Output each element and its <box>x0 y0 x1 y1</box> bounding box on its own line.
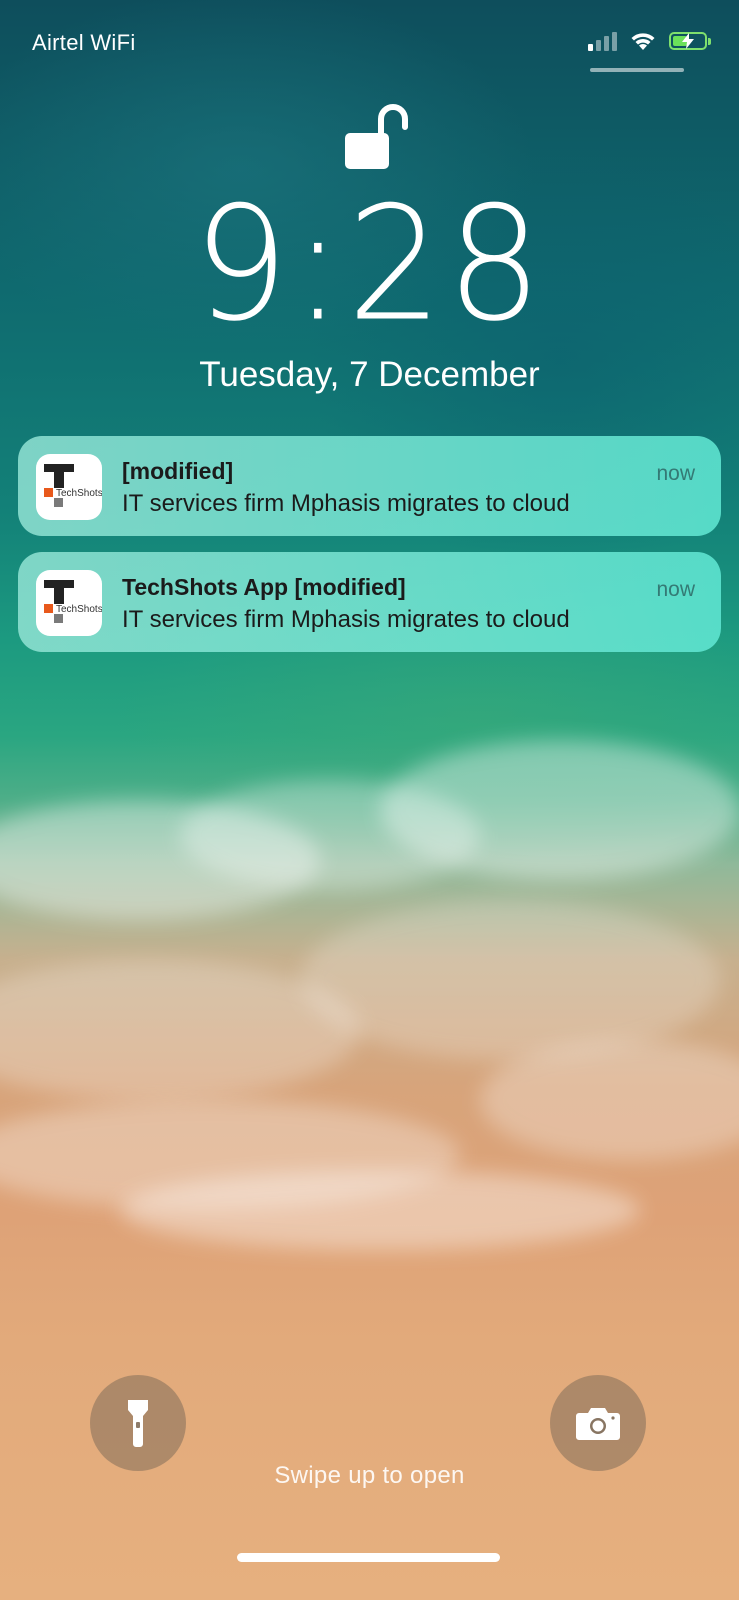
wifi-icon <box>631 33 655 50</box>
notification-body: IT services firm Mphasis migrates to clo… <box>122 606 570 633</box>
notification-card[interactable]: TechShots TechShots App [modified] now I… <box>18 552 721 652</box>
carrier-name: Airtel WiFi <box>32 30 136 55</box>
notification-title: TechShots App [modified] <box>122 574 406 600</box>
flashlight-button[interactable] <box>90 1375 186 1471</box>
home-indicator-bar[interactable] <box>237 1553 500 1562</box>
unlocked-padlock-icon <box>345 95 415 175</box>
status-bar: Airtel WiFi <box>0 0 739 90</box>
techshots-logo-icon: TechShots <box>36 454 102 520</box>
logo-text: TechShots <box>56 604 102 615</box>
control-center-indicator[interactable] <box>590 68 684 72</box>
battery-charging-icon <box>669 32 711 50</box>
time-text: 9:28 <box>193 173 546 357</box>
flashlight-icon <box>128 1400 148 1447</box>
lock-screen-time: 9:28 <box>0 186 739 344</box>
camera-icon <box>576 1408 620 1440</box>
techshots-logo-icon: TechShots <box>36 570 102 636</box>
notification-time: now <box>656 578 695 601</box>
lock-screen-date: Tuesday, 7 December <box>199 355 540 394</box>
swipe-up-hint: Swipe up to open <box>274 1462 465 1489</box>
logo-text: TechShots <box>56 488 102 499</box>
status-icons <box>588 30 711 52</box>
signal-strength-icon <box>588 31 617 51</box>
notification-time: now <box>656 462 695 485</box>
notification-body: IT services firm Mphasis migrates to clo… <box>122 490 570 517</box>
notification-title: [modified] <box>122 458 234 484</box>
notification-card[interactable]: TechShots [modified] now IT services fir… <box>18 436 721 536</box>
camera-button[interactable] <box>550 1375 646 1471</box>
